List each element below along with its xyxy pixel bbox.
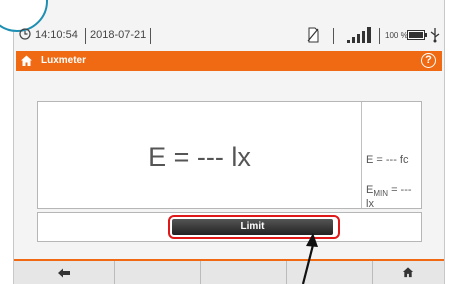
callout-arrow [301,233,318,284]
